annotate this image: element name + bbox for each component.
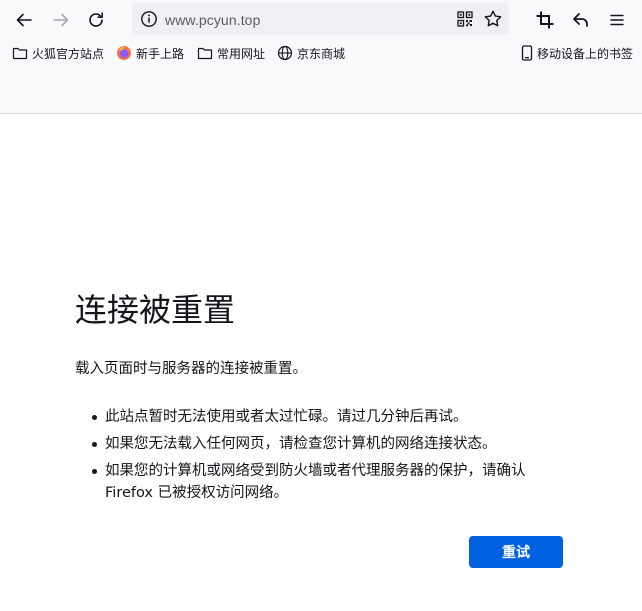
app-menu-button[interactable] — [603, 6, 631, 34]
folder-icon — [12, 45, 28, 61]
globe-icon — [277, 45, 293, 61]
url-input[interactable] — [165, 10, 415, 30]
reason-text: 如果您的计算机或网络受到防火墙或者代理服务器的保护，请确认 Firefox 已被… — [105, 463, 526, 501]
retry-button[interactable]: 重试 — [469, 536, 563, 568]
arrow-left-icon — [15, 11, 33, 29]
bookmark-item[interactable]: 新手上路 — [116, 44, 184, 62]
bookmark-label: 京东商城 — [297, 46, 346, 61]
back-button[interactable] — [10, 6, 38, 34]
folder-icon — [197, 45, 213, 61]
bullet-icon — [92, 415, 97, 420]
reply-arrow-icon — [572, 11, 590, 29]
navigation-toolbar — [0, 0, 642, 40]
bookmark-item[interactable]: 常用网址 — [197, 44, 265, 62]
arrow-right-icon — [52, 11, 70, 29]
list-item: 如果您无法载入任何网页，请检查您计算机的网络连接状态。 — [90, 433, 560, 455]
reload-icon — [87, 11, 105, 29]
hamburger-menu-icon — [608, 11, 626, 29]
crop-icon — [536, 11, 554, 29]
bookmark-label: 新手上路 — [136, 46, 185, 61]
error-reasons-list: 此站点暂时无法使用或者太过忙碌。请过几分钟后再试。 如果您无法载入任何网页，请检… — [90, 406, 560, 509]
browser-chrome: 火狐官方站点 新手上路 常用网址 京东商城 — [0, 0, 642, 114]
bookmark-item[interactable]: 京东商城 — [277, 44, 345, 62]
reason-text: 如果您无法载入任何网页，请检查您计算机的网络连接状态。 — [105, 436, 497, 452]
bullet-icon — [92, 469, 97, 474]
site-info-icon[interactable] — [140, 10, 158, 28]
screenshot-button[interactable] — [531, 6, 559, 34]
firefox-icon — [116, 45, 132, 61]
bookmarks-toolbar: 火狐官方站点 新手上路 常用网址 京东商城 移动设备上的书签 — [0, 40, 642, 66]
list-item: 如果您的计算机或网络受到防火墙或者代理服务器的保护，请确认 Firefox 已被… — [90, 460, 560, 504]
error-title: 连接被重置 — [75, 291, 236, 329]
bullet-icon — [92, 442, 97, 447]
bookmark-star-icon[interactable] — [483, 9, 503, 29]
bookmark-label: 常用网址 — [217, 46, 266, 61]
bookmark-label: 火狐官方站点 — [32, 46, 105, 61]
bookmark-label: 移动设备上的书签 — [537, 46, 634, 61]
qr-code-icon[interactable] — [456, 10, 474, 28]
reload-button[interactable] — [82, 6, 110, 34]
mobile-device-icon — [519, 45, 535, 61]
mobile-bookmarks-item[interactable]: 移动设备上的书签 — [519, 44, 633, 62]
forward-button[interactable] — [47, 6, 75, 34]
error-page: 连接被重置 载入页面时与服务器的连接被重置。 此站点暂时无法使用或者太过忙碌。请… — [0, 114, 642, 611]
list-item: 此站点暂时无法使用或者太过忙碌。请过几分钟后再试。 — [90, 406, 560, 428]
reason-text: 此站点暂时无法使用或者太过忙碌。请过几分钟后再试。 — [105, 409, 468, 425]
address-bar[interactable] — [132, 3, 509, 35]
error-description: 载入页面时与服务器的连接被重置。 — [75, 361, 307, 377]
bookmark-item[interactable]: 火狐官方站点 — [12, 44, 104, 62]
undo-close-tab-button[interactable] — [567, 6, 595, 34]
